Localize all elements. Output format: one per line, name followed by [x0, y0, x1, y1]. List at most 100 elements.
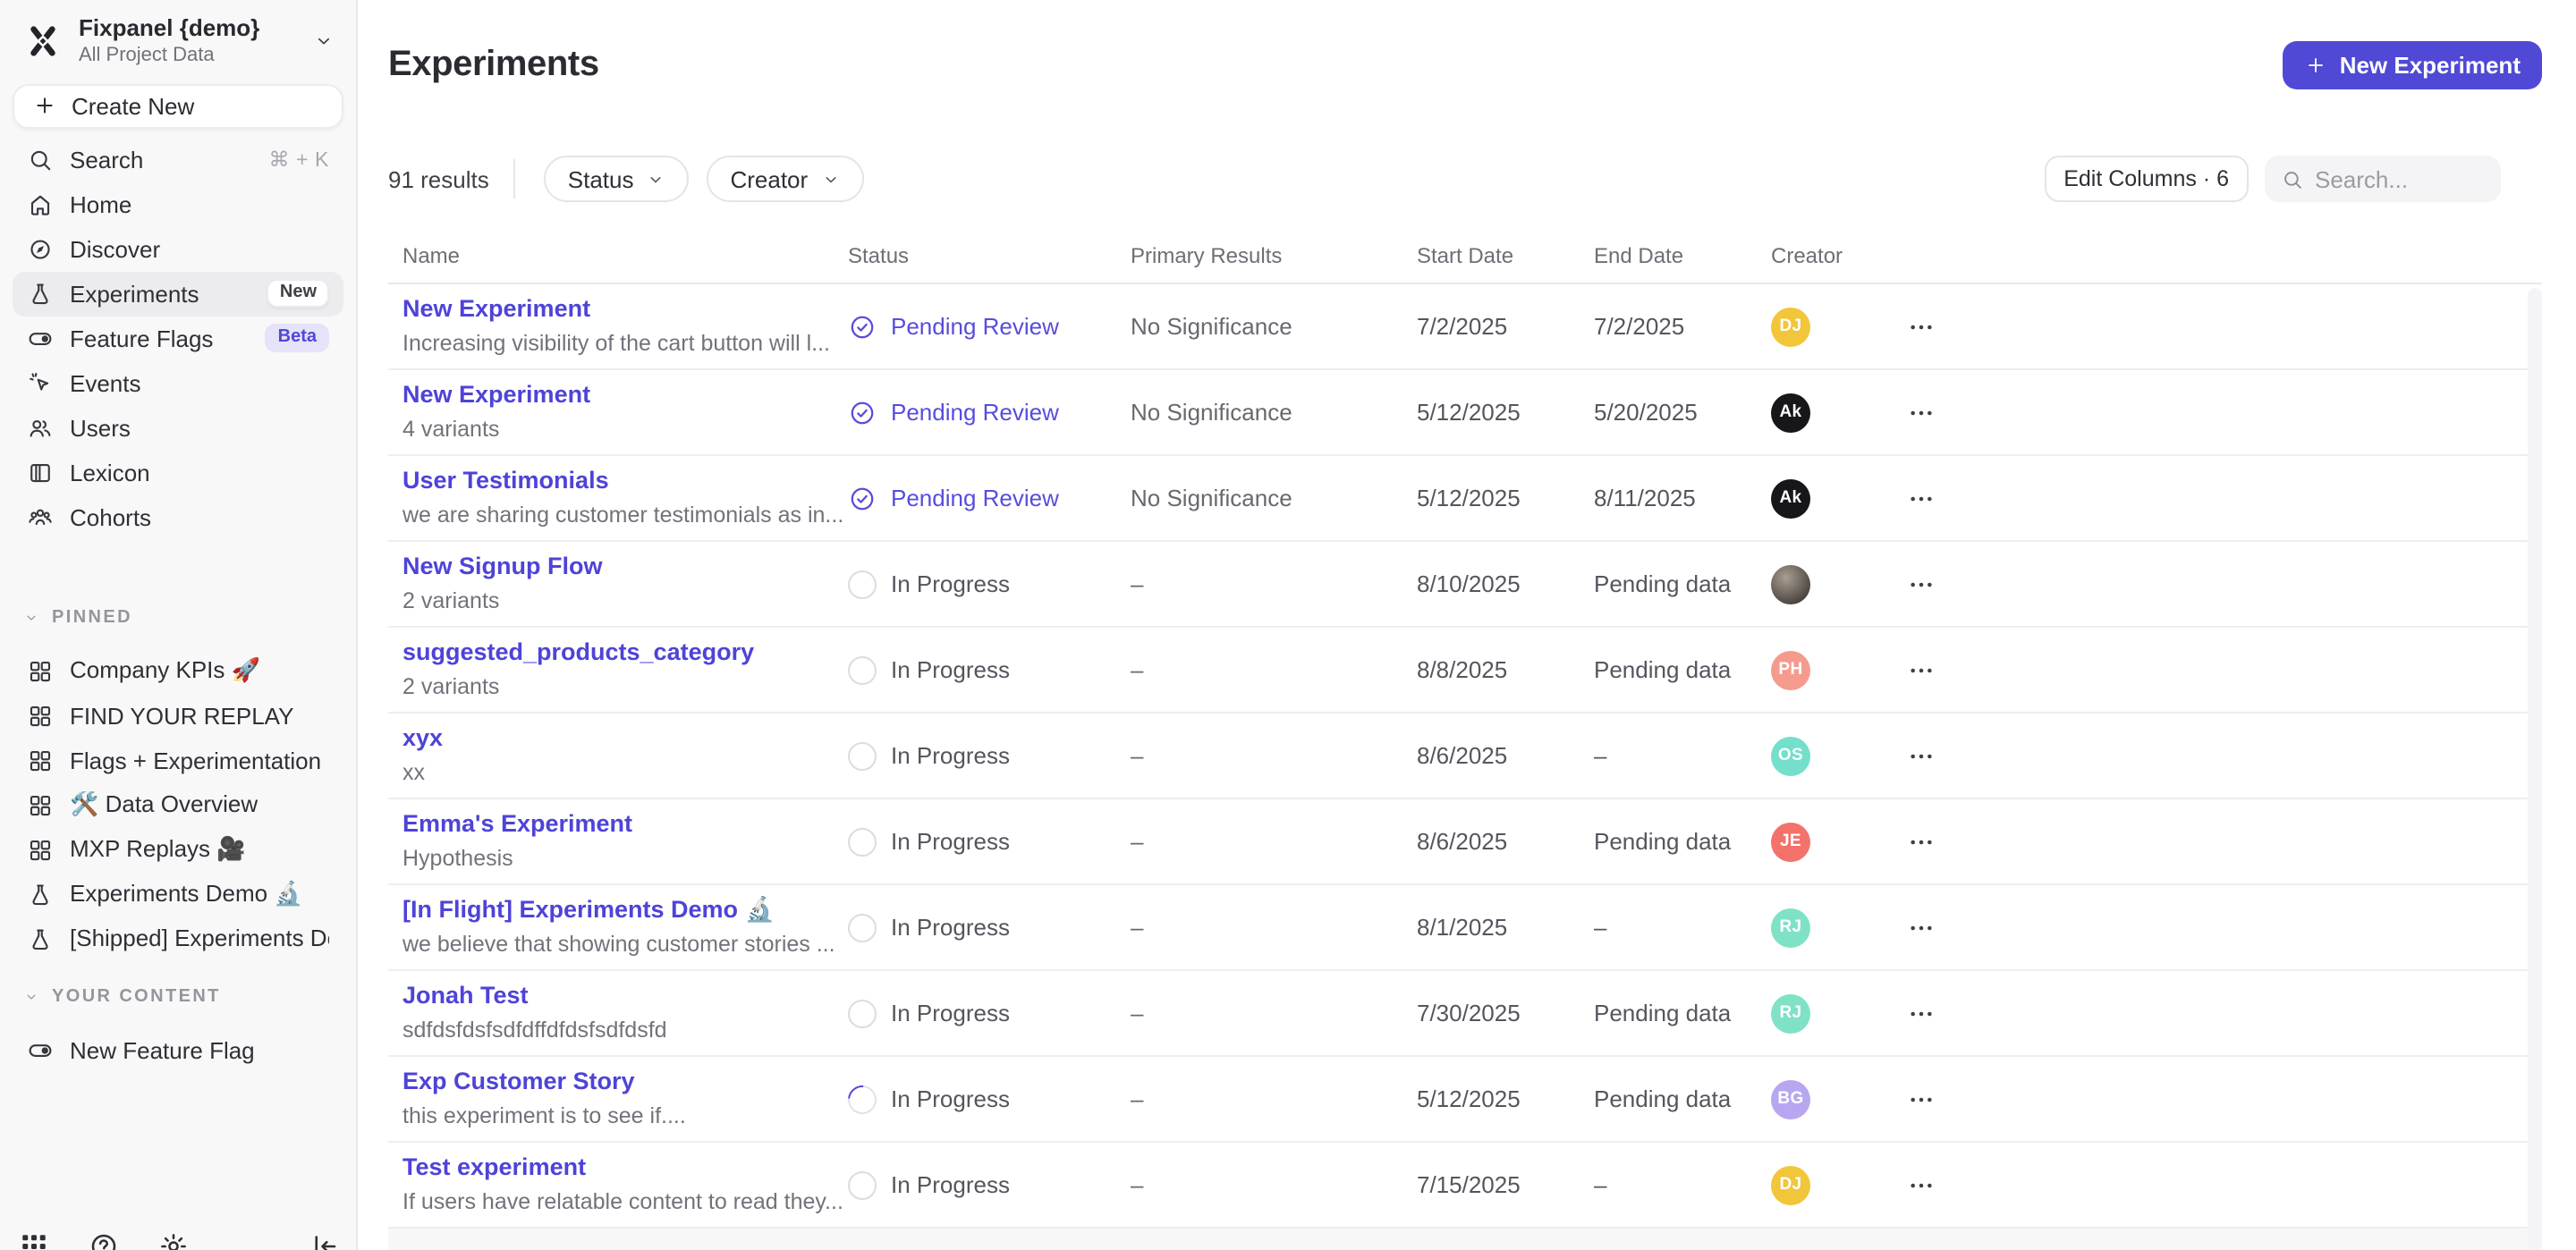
table-row: New Experiment Increasing visibility of …	[388, 284, 2542, 370]
status-filter-label: Status	[568, 165, 634, 192]
results-count: 91 results	[388, 165, 489, 192]
row-actions-kebab[interactable]	[1898, 1076, 1945, 1122]
circle-icon	[848, 655, 877, 684]
experiment-name-link[interactable]: New Signup Flow	[402, 553, 848, 582]
row-actions-kebab[interactable]	[1898, 732, 1945, 779]
lexicon-book-icon	[27, 460, 54, 486]
row-actions-kebab[interactable]	[1898, 818, 1945, 865]
column-header-primary-results[interactable]: Primary Results	[1131, 243, 1417, 268]
experiment-name-link[interactable]: Exp Customer Story	[402, 1068, 848, 1097]
column-header-start-date[interactable]: Start Date	[1417, 243, 1594, 268]
experiment-name-link[interactable]: xyx	[402, 725, 848, 754]
workspace-name: Fixpanel {demo}	[79, 14, 259, 42]
sidebar-item[interactable]: Cohorts	[13, 495, 343, 540]
end-date-value: 5/20/2025	[1594, 399, 1771, 426]
your-content-section-header[interactable]: YOUR CONTENT	[23, 987, 333, 1007]
creator-avatar-DJ: DJ	[1771, 1165, 1810, 1204]
experiment-name-link[interactable]: Emma's Experiment	[402, 811, 848, 840]
pinned-item-label: MXP Replays 🎥	[70, 836, 246, 865]
sidebar-pinned-item[interactable]: FIND YOUR REPLAY	[13, 694, 343, 739]
creator-filter-dropdown[interactable]: Creator	[707, 156, 863, 202]
experiment-name-link[interactable]: Test experiment	[402, 1154, 848, 1183]
experiment-name-link[interactable]: New Experiment	[402, 382, 848, 410]
chevron-down-icon	[23, 989, 39, 1005]
sidebar-pinned-item[interactable]: 🛠️ Data Overview	[13, 783, 343, 828]
pinned-item-label: Experiments Demo 🔬	[70, 881, 303, 909]
sidebar-item[interactable]: Home	[13, 182, 343, 227]
column-header-name[interactable]: Name	[388, 243, 848, 268]
row-actions-kebab[interactable]	[1898, 1161, 1945, 1208]
check-circle-icon	[848, 312, 877, 341]
new-experiment-button[interactable]: New Experiment	[2283, 40, 2542, 89]
experiment-name-link[interactable]: suggested_products_category	[402, 639, 848, 668]
workspace-text: Fixpanel {demo} All Project Data	[79, 14, 259, 68]
end-date-value: Pending data	[1594, 828, 1771, 855]
row-actions-kebab[interactable]	[1898, 990, 1945, 1036]
ellipsis-icon	[1907, 484, 1936, 512]
experiments-flask-icon	[27, 281, 54, 308]
column-header-end-date[interactable]: End Date	[1594, 243, 1771, 268]
help-icon[interactable]	[88, 1230, 120, 1250]
experiment-name-link[interactable]: New Experiment	[402, 296, 848, 325]
end-date-value: –	[1594, 1171, 1771, 1198]
sidebar-pinned-item[interactable]: MXP Replays 🎥	[13, 828, 343, 873]
column-header-status[interactable]: Status	[848, 243, 1131, 268]
workspace-switcher[interactable]: Fixpanel {demo} All Project Data	[0, 0, 356, 68]
experiment-name-link[interactable]: User Testimonials	[402, 468, 848, 496]
spinner-icon	[842, 1078, 882, 1119]
board-grid-icon	[27, 658, 54, 685]
toolbar: 91 results Status Creator Edit Columns ·…	[388, 156, 2542, 202]
sidebar-item[interactable]: Events	[13, 361, 343, 406]
check-circle-icon	[848, 484, 877, 512]
apps-grid-icon[interactable]	[18, 1230, 50, 1250]
sidebar-item[interactable]: Users	[13, 406, 343, 451]
ellipsis-icon	[1907, 1170, 1936, 1199]
sidebar-pinned-item[interactable]: Company KPIs 🚀	[13, 649, 343, 694]
row-actions-kebab[interactable]	[1898, 904, 1945, 950]
sidebar-item[interactable]: Lexicon	[13, 451, 343, 495]
status-label: In Progress	[891, 1000, 1010, 1026]
row-actions-kebab[interactable]	[1898, 475, 1945, 521]
search-input[interactable]	[2315, 165, 2485, 192]
sidebar-item-label: Experiments	[70, 281, 199, 308]
table-row: suggested_products_category 2 variants I…	[388, 628, 2542, 714]
sidebar-item[interactable]: Experiments New	[13, 272, 343, 317]
experiment-name-link[interactable]: [In Flight] Experiments Demo 🔬	[402, 897, 848, 925]
table-row: xyx xx In Progress – 8/6/2025 – OS	[388, 714, 2542, 799]
sidebar-item-label: Cohorts	[70, 504, 151, 531]
sidebar-item[interactable]: Discover	[13, 227, 343, 272]
table-scrollbar[interactable]	[2528, 288, 2542, 1250]
collapse-sidebar-icon[interactable]	[308, 1230, 340, 1250]
creator-avatar-BG: BG	[1771, 1079, 1810, 1119]
ellipsis-icon	[1907, 913, 1936, 942]
table-row: New Signup Flow 2 variants In Progress –…	[388, 542, 2542, 628]
settings-gear-icon[interactable]	[157, 1230, 190, 1250]
page-header: Experiments New Experiment	[388, 0, 2542, 89]
start-date-value: 5/12/2025	[1417, 399, 1594, 426]
sidebar-item[interactable]: Feature Flags Beta	[13, 317, 343, 361]
edit-columns-button[interactable]: Edit Columns · 6	[2044, 156, 2249, 202]
row-actions-kebab[interactable]	[1898, 561, 1945, 607]
pinned-section-header[interactable]: PINNED	[23, 608, 333, 628]
end-date-value: Pending data	[1594, 1085, 1771, 1112]
board-grid-icon	[27, 792, 54, 819]
sidebar-content-item[interactable]: New Feature Flag	[13, 1028, 343, 1073]
primary-results-value: –	[1131, 742, 1417, 769]
row-actions-kebab[interactable]	[1898, 646, 1945, 693]
experiment-name-link[interactable]: Jonah Test	[402, 983, 848, 1011]
sidebar-pinned-item[interactable]: [Shipped] Experiments Demo 🖊️	[13, 917, 343, 962]
experiment-description: Hypothesis	[402, 845, 848, 872]
experiment-description: 4 variants	[402, 416, 848, 443]
sidebar-item[interactable]: Search ⌘ + K	[13, 138, 343, 182]
row-actions-kebab[interactable]	[1898, 303, 1945, 350]
end-date-value: –	[1594, 914, 1771, 941]
create-new-button[interactable]: Create New	[13, 84, 343, 129]
sidebar-pinned-item[interactable]: Experiments Demo 🔬	[13, 873, 343, 917]
row-actions-kebab[interactable]	[1898, 389, 1945, 435]
start-date-value: 8/6/2025	[1417, 828, 1594, 855]
column-header-creator[interactable]: Creator	[1771, 243, 1898, 268]
sidebar-pinned-item[interactable]: Flags + Experimentation Demo ,	[13, 739, 343, 783]
creator-avatar-photo	[1771, 564, 1810, 604]
status-filter-dropdown[interactable]: Status	[545, 156, 690, 202]
status-label: In Progress	[891, 914, 1010, 941]
